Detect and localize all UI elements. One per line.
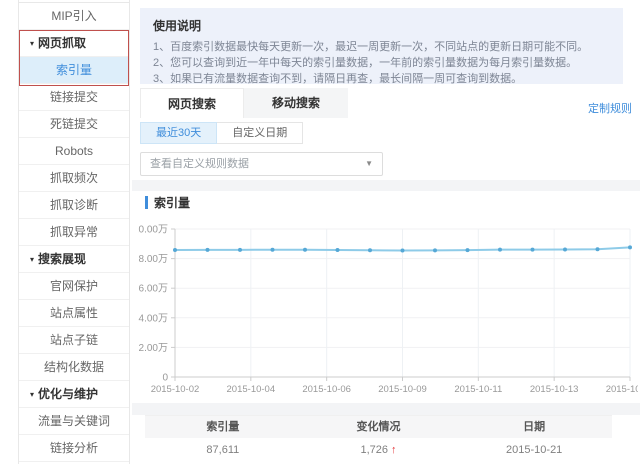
sidebar-item-parent[interactable]: ▾ 优化与维护 <box>19 381 129 408</box>
sidebar-item-label: 抓取异常 <box>50 225 98 239</box>
usage-note-line: 3、如果已有流量数据查询不到，请隔日再查，最长间隔一周可查询到数据。 <box>153 71 611 87</box>
index-volume-chart: 10.00万 8.00万 6.00万 4.00万 2.00万 02015-10-02 201… <box>138 220 638 398</box>
search-type-tabs: 网页搜索移动搜索 <box>140 88 348 118</box>
sidebar-item-label: 死链提交 <box>50 117 98 131</box>
svg-text:10.00万: 10.00万 <box>138 225 168 236</box>
svg-text:2015-10-15: 2015-10-15 <box>606 384 638 395</box>
index-summary-table: 索引量变化情况日期 87,6111,726↑2015-10-21 <box>145 415 612 463</box>
table-header-cell: 变化情况 <box>301 416 457 438</box>
sidebar-item-child[interactable]: Robots <box>19 138 129 165</box>
usage-notes-lines: 1、百度索引数据最快每天更新一次，最迟一周更新一次，不同站点的更新日期可能不同。… <box>153 39 611 87</box>
usage-note-line: 2、您可以查询到近一年中每天的索引量数据，一年前的索引量数据为每月索引量数据。 <box>153 55 611 71</box>
sidebar-item-label: 网页抓取 <box>38 36 86 50</box>
sidebar-item-label: 优化与维护 <box>38 387 98 401</box>
sidebar-item-child[interactable]: 站点属性 <box>19 300 129 327</box>
svg-text:8.00万: 8.00万 <box>139 254 168 265</box>
svg-text:2015-10-13: 2015-10-13 <box>530 384 579 395</box>
usage-note-line: 1、百度索引数据最快每天更新一次，最迟一周更新一次，不同站点的更新日期可能不同。 <box>153 39 611 55</box>
svg-text:6.00万: 6.00万 <box>139 284 168 295</box>
sidebar-item-active[interactable]: 索引量 <box>19 57 129 84</box>
chevron-down-icon: ▼ <box>365 153 373 175</box>
section-separator <box>132 180 640 191</box>
table-header-row: 索引量变化情况日期 <box>145 415 612 438</box>
sidebar-item-child[interactable]: 链接提交 <box>19 84 129 111</box>
sidebar-item-parent[interactable]: ▾ 搜索展现 <box>19 246 129 273</box>
sidebar-item-child[interactable]: 抓取频次 <box>19 165 129 192</box>
change-value: 1,726↑ <box>301 438 457 463</box>
sidebar-menu: MIP引入 ▾ 网页抓取索引量链接提交死链提交 Robots 抓取频次抓取诊断抓取异常 ▾… <box>19 3 129 462</box>
usage-notes-title: 使用说明 <box>153 17 611 34</box>
sidebar-item-child[interactable]: MIP引入 <box>19 3 129 30</box>
up-arrow-icon: ↑ <box>391 444 397 456</box>
sidebar-item-label: 索引量 <box>56 63 92 77</box>
sidebar-item-parent[interactable]: ▾ 网页抓取 <box>19 30 129 57</box>
svg-text:2015-10-02: 2015-10-02 <box>151 384 200 395</box>
date-range-tab-active[interactable]: 最近30天 <box>140 122 217 144</box>
svg-text:2015-10-04: 2015-10-04 <box>227 384 276 395</box>
sidebar-item-label: 搜索展现 <box>38 252 86 266</box>
sidebar-item-child[interactable]: 官网保护 <box>19 273 129 300</box>
sidebar-item-label: Robots <box>55 144 93 158</box>
tab-inactive[interactable]: 移动搜索 <box>244 88 348 118</box>
sidebar-item-child[interactable]: 结构化数据 <box>19 354 129 381</box>
chart-section-header: 索引量 <box>145 194 190 211</box>
date-range-tab-inactive[interactable]: 自定义日期 <box>217 122 303 144</box>
sidebar-item-label: 站点子链 <box>50 333 98 347</box>
chevron-down-icon: ▾ <box>30 255 34 264</box>
sidebar-item-label: 抓取诊断 <box>50 198 98 212</box>
sidebar-item-label: MIP引入 <box>51 9 96 23</box>
sidebar-item-child[interactable]: 抓取诊断 <box>19 192 129 219</box>
sidebar-item-label: 站点属性 <box>50 306 98 320</box>
svg-text:2015-10-09: 2015-10-09 <box>378 384 427 395</box>
custom-rule-select[interactable]: 查看自定义规则数据 ▼ <box>140 152 383 176</box>
table-header-cell: 索引量 <box>145 416 301 438</box>
sidebar: MIP引入 ▾ 网页抓取索引量链接提交死链提交 Robots 抓取频次抓取诊断抓取异常 ▾… <box>18 0 130 464</box>
svg-text:2015-10-11: 2015-10-11 <box>454 384 502 395</box>
table-header-cell: 日期 <box>456 416 612 438</box>
sidebar-item-child[interactable]: 死链提交 <box>19 111 129 138</box>
tab-active[interactable]: 网页搜索 <box>140 88 244 118</box>
date-value: 2015-10-21 <box>456 438 612 463</box>
usage-notes-panel: 使用说明 1、百度索引数据最快每天更新一次，最迟一周更新一次，不同站点的更新日期… <box>140 8 623 84</box>
sidebar-item-label: 链接提交 <box>50 90 98 104</box>
svg-text:4.00万: 4.00万 <box>139 313 168 324</box>
sidebar-item-label: 抓取频次 <box>50 171 98 185</box>
section-accent-bar <box>145 196 148 209</box>
sidebar-item-child[interactable]: 抓取异常 <box>19 219 129 246</box>
date-range-tabs: 最近30天自定义日期 <box>140 122 303 144</box>
sidebar-item-label: 结构化数据 <box>44 360 104 374</box>
table-row: 87,6111,726↑2015-10-21 <box>145 438 612 463</box>
svg-text:2015-10-06: 2015-10-06 <box>302 384 351 395</box>
custom-rules-link[interactable]: 定制规则 <box>588 100 632 116</box>
svg-text:2.00万: 2.00万 <box>139 343 168 354</box>
section-separator <box>132 403 640 415</box>
sidebar-item-child[interactable]: 链接分析 <box>19 435 129 462</box>
custom-rule-select-placeholder: 查看自定义规则数据 <box>141 153 382 175</box>
sidebar-item-child[interactable]: 流量与关键词 <box>19 408 129 435</box>
index-volume-value: 87,611 <box>145 438 301 463</box>
chart-section-title: 索引量 <box>154 194 190 211</box>
svg-text:0: 0 <box>162 373 168 384</box>
sidebar-item-label: 链接分析 <box>50 441 98 455</box>
sidebar-item-label: 流量与关键词 <box>38 414 110 428</box>
sidebar-item-label: 官网保护 <box>50 279 98 293</box>
sidebar-item-child[interactable]: 站点子链 <box>19 327 129 354</box>
chevron-down-icon: ▾ <box>30 390 34 399</box>
chevron-down-icon: ▾ <box>30 39 34 48</box>
